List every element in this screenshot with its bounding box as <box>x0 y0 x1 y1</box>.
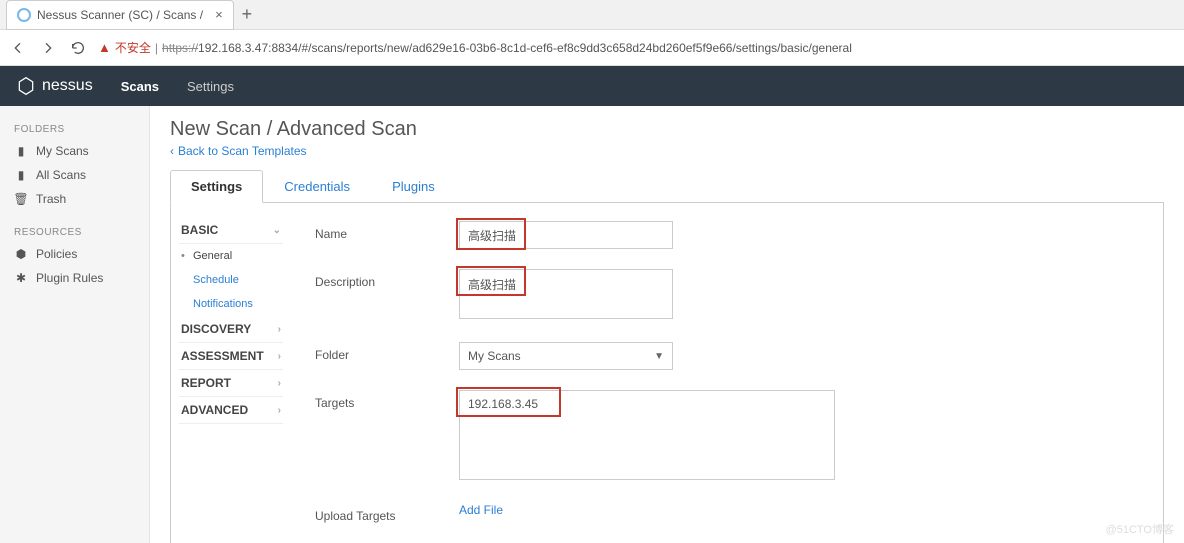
insecure-label: 不安全 <box>115 39 151 56</box>
sidebar-item-all-scans[interactable]: ▮All Scans <box>0 163 149 187</box>
shield-icon: ⬢ <box>14 247 28 261</box>
sidebar-item-my-scans[interactable]: ▮My Scans <box>0 139 149 163</box>
forward-icon[interactable] <box>38 38 58 58</box>
sidemenu-basic[interactable]: BASIC⌄ <box>179 217 283 244</box>
folder-icon: ▮ <box>14 168 28 182</box>
chevron-down-icon: ⌄ <box>273 225 281 236</box>
folder-icon: ▮ <box>14 144 28 158</box>
sidebar-item-policies[interactable]: ⬢Policies <box>0 242 149 266</box>
targets-label: Targets <box>315 390 459 410</box>
brand-logo[interactable]: nessus <box>16 76 93 96</box>
chevron-right-icon: › <box>278 324 281 335</box>
sidemenu-schedule[interactable]: Schedule <box>179 268 283 292</box>
description-label: Description <box>315 269 459 289</box>
sidebar-item-plugin-rules[interactable]: ✱Plugin Rules <box>0 266 149 290</box>
settings-sidemenu: BASIC⌄ General Schedule Notifications DI… <box>171 203 291 543</box>
hexagon-icon <box>16 76 36 96</box>
main-content: New Scan / Advanced Scan ‹Back to Scan T… <box>150 106 1184 543</box>
url-text: https://192.168.3.47:8834/#/scans/report… <box>162 41 852 55</box>
sidemenu-assessment[interactable]: ASSESSMENT› <box>179 343 283 370</box>
description-input[interactable]: 高级扫描 <box>459 269 673 319</box>
nav-settings[interactable]: Settings <box>187 79 234 94</box>
name-input[interactable] <box>459 221 673 249</box>
tab-plugins[interactable]: Plugins <box>371 170 456 202</box>
back-link[interactable]: ‹Back to Scan Templates <box>170 144 307 158</box>
back-icon[interactable] <box>8 38 28 58</box>
new-tab-button[interactable]: + <box>242 4 253 25</box>
chevron-left-icon: ‹ <box>170 144 174 158</box>
sidemenu-discovery[interactable]: DISCOVERY› <box>179 316 283 343</box>
reload-icon[interactable] <box>68 38 88 58</box>
trash-icon: 🗑 <box>14 192 28 206</box>
sidebar: FOLDERS ▮My Scans ▮All Scans 🗑Trash RESO… <box>0 106 150 543</box>
chevron-right-icon: › <box>278 351 281 362</box>
tab-settings[interactable]: Settings <box>170 170 263 203</box>
page-title: New Scan / Advanced Scan <box>170 118 1164 141</box>
favicon-icon <box>17 8 31 22</box>
browser-tab-active[interactable]: Nessus Scanner (SC) / Scans / × <box>6 0 234 30</box>
address-bar: ▲ 不安全 | https://192.168.3.47:8834/#/scan… <box>0 30 1184 66</box>
top-nav: nessus Scans Settings <box>0 66 1184 106</box>
sidemenu-general[interactable]: General <box>179 244 283 268</box>
sidebar-head-resources: RESOURCES <box>0 221 149 242</box>
form-area: Name Description 高级扫描 Folder <box>291 203 1163 543</box>
tab-title: Nessus Scanner (SC) / Scans / <box>37 8 203 22</box>
tabs-bar: Settings Credentials Plugins <box>170 170 1164 203</box>
brand-text: nessus <box>42 77 93 95</box>
warning-icon: ▲ <box>98 40 111 55</box>
nav-scans[interactable]: Scans <box>121 79 159 94</box>
tab-credentials[interactable]: Credentials <box>263 170 371 202</box>
close-icon[interactable]: × <box>215 7 223 22</box>
browser-tabs-bar: Nessus Scanner (SC) / Scans / × + <box>0 0 1184 30</box>
url-box[interactable]: ▲ 不安全 | https://192.168.3.47:8834/#/scan… <box>98 39 1176 56</box>
upload-targets-label: Upload Targets <box>315 503 459 523</box>
settings-panel: BASIC⌄ General Schedule Notifications DI… <box>170 203 1164 543</box>
caret-down-icon: ▼ <box>654 351 664 362</box>
sidebar-item-trash[interactable]: 🗑Trash <box>0 187 149 211</box>
name-label: Name <box>315 221 459 241</box>
sidemenu-advanced[interactable]: ADVANCED› <box>179 397 283 424</box>
folder-selected-value: My Scans <box>468 349 521 363</box>
chevron-right-icon: › <box>278 405 281 416</box>
sidemenu-report[interactable]: REPORT› <box>179 370 283 397</box>
add-file-link[interactable]: Add File <box>459 503 503 517</box>
targets-input[interactable]: 192.168.3.45 <box>459 390 835 480</box>
sidemenu-notifications[interactable]: Notifications <box>179 292 283 316</box>
chevron-right-icon: › <box>278 378 281 389</box>
folder-select[interactable]: My Scans ▼ <box>459 342 673 370</box>
sidebar-head-folders: FOLDERS <box>0 118 149 139</box>
folder-label: Folder <box>315 342 459 362</box>
watermark: @51CTO博客 <box>1106 521 1174 537</box>
plugin-icon: ✱ <box>14 271 28 285</box>
